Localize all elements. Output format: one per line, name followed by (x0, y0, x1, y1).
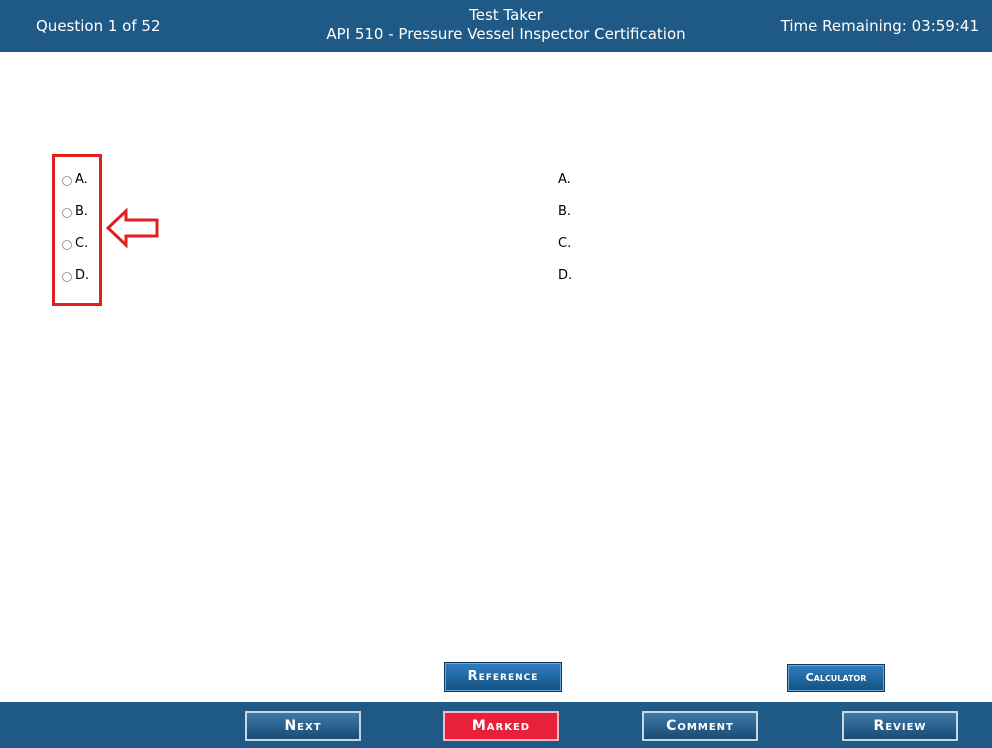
arrow-left-outline-icon (106, 208, 159, 248)
answer-text-label-a: A. (558, 172, 571, 187)
user-name: Test Taker (469, 6, 543, 24)
answer-text-label-b: B. (558, 204, 572, 219)
calculator-button[interactable]: Calculator (787, 664, 885, 692)
reference-button[interactable]: Reference (444, 662, 562, 692)
time-remaining: Time Remaining: 03:59:41 (780, 17, 979, 35)
review-button[interactable]: Review (842, 711, 958, 741)
question-counter: Question 1 of 52 (36, 17, 161, 35)
footer-bar: Next Marked Comment Review (0, 702, 992, 748)
marked-button[interactable]: Marked (443, 711, 559, 741)
next-button[interactable]: Next (245, 711, 361, 741)
header-bar: Question 1 of 52 Test Taker API 510 - Pr… (0, 0, 992, 52)
comment-button[interactable]: Comment (642, 711, 758, 741)
highlight-box (52, 154, 102, 306)
answer-text-label-d: D. (558, 268, 573, 283)
exam-info: Test Taker API 510 - Pressure Vessel Ins… (306, 6, 706, 44)
exam-title: API 510 - Pressure Vessel Inspector Cert… (326, 25, 686, 43)
answer-text-label-c: C. (558, 236, 572, 251)
exam-screen: Question 1 of 52 Test Taker API 510 - Pr… (0, 0, 992, 748)
